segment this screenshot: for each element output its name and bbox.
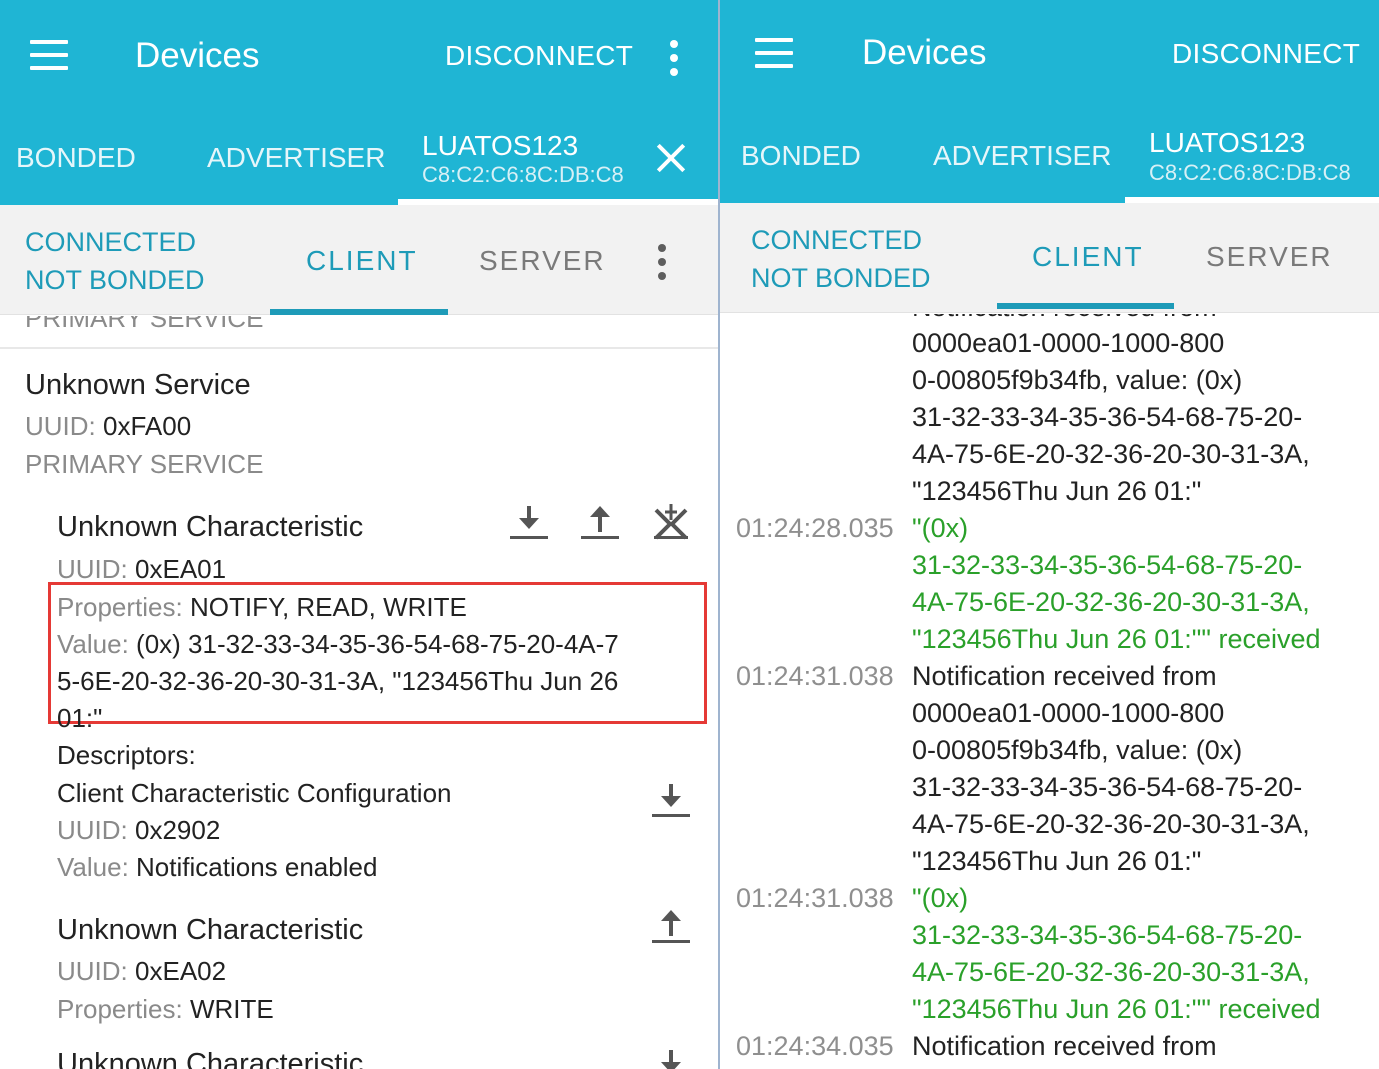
log-message: 4A-75-6E-20-32-36-20-30-31-3A, <box>912 809 1310 839</box>
descriptor-value: Value: Notifications enabled <box>57 852 378 882</box>
descriptor-uuid: UUID: 0x2902 <box>57 815 221 845</box>
more-options-icon[interactable] <box>670 40 678 76</box>
log-message: "123456Thu Jun 26 01:"" received <box>912 994 1321 1024</box>
app-bar: Devices DISCONNECT BONDED ADVERTISER LUA… <box>720 0 1379 205</box>
download-icon[interactable] <box>650 780 692 822</box>
log-list: Notification received from 0000ea01-0000… <box>720 314 1379 1069</box>
tab-client[interactable]: CLIENT <box>306 245 418 277</box>
characteristic-value-cont: 01:" <box>57 703 103 733</box>
tab-client[interactable]: CLIENT <box>1032 241 1144 273</box>
close-icon[interactable] <box>656 143 686 173</box>
characteristic-uuid: UUID: 0xEA01 <box>57 554 227 584</box>
tab-device-mac[interactable]: C8:C2:C6:8C:DB:C8 <box>1149 160 1351 186</box>
upload-icon[interactable] <box>579 502 621 544</box>
connection-status: CONNECTED NOT BONDED <box>25 227 205 295</box>
services-list: PRIMARY SERVICE Unknown Service UUID: 0x… <box>0 316 718 1069</box>
log-timestamp: 01:24:34.035 <box>736 1031 894 1061</box>
service-type-label: PRIMARY SERVICE <box>25 316 264 333</box>
log-timestamp: 01:24:31.038 <box>736 661 894 691</box>
tab-bonded[interactable]: BONDED <box>16 142 136 174</box>
connection-status: CONNECTED NOT BONDED <box>751 225 931 293</box>
download-icon[interactable] <box>508 502 550 544</box>
characteristic-value-cont: 5-6E-20-32-36-20-30-31-3A, "123456Thu Ju… <box>57 666 619 696</box>
characteristic-value: Value: (0x) 31-32-33-34-35-36-54-68-75-2… <box>57 629 619 659</box>
log-message: 31-32-33-34-35-36-54-68-75-20- <box>912 920 1303 950</box>
log-message: 0-00805f9b34fb, value: (0x) <box>912 365 1243 395</box>
log-message: Notification received from <box>912 1031 1217 1061</box>
connection-subbar: CONNECTED NOT BONDED CLIENT SERVER <box>0 205 718 315</box>
client-tab-indicator <box>270 309 448 315</box>
log-message: 31-32-33-34-35-36-54-68-75-20- <box>912 772 1303 802</box>
log-message: 0000ea01-0000-1000-800 <box>912 328 1225 358</box>
download-icon[interactable] <box>650 1046 692 1069</box>
characteristic-name[interactable]: Unknown Characteristic <box>57 914 363 947</box>
log-timestamp: 01:24:31.038 <box>736 883 894 913</box>
upload-icon[interactable] <box>650 906 692 948</box>
characteristic-uuid: UUID: 0xEA02 <box>57 956 227 986</box>
tab-device-name[interactable]: LUATOS123 <box>422 130 578 162</box>
tab-advertiser[interactable]: ADVERTISER <box>207 142 385 174</box>
log-message: 0-00805f9b34fb, value: (0x) <box>912 735 1243 765</box>
characteristic-properties: Properties: WRITE <box>57 994 274 1024</box>
descriptors-label: Descriptors: <box>57 740 196 770</box>
menu-icon[interactable] <box>30 40 68 70</box>
log-timestamp: 01:24:28.035 <box>736 513 894 543</box>
disconnect-button[interactable]: DISCONNECT <box>1172 38 1360 70</box>
log-message: "123456Thu Jun 26 01:" <box>912 476 1202 506</box>
client-tab-indicator <box>997 303 1174 309</box>
menu-icon[interactable] <box>755 38 793 68</box>
notifications-off-icon[interactable] <box>650 502 692 544</box>
right-screenshot: Devices DISCONNECT BONDED ADVERTISER LUA… <box>720 0 1379 1069</box>
left-screenshot: Devices DISCONNECT BONDED ADVERTISER LUA… <box>0 0 718 1069</box>
descriptor-name[interactable]: Client Characteristic Configuration <box>57 778 452 809</box>
characteristic-properties: Properties: NOTIFY, READ, WRITE <box>57 592 467 622</box>
more-options-icon[interactable] <box>658 244 666 280</box>
log-message: 4A-75-6E-20-32-36-20-30-31-3A, <box>912 439 1310 469</box>
tab-device-mac[interactable]: C8:C2:C6:8C:DB:C8 <box>422 162 624 188</box>
characteristic-name[interactable]: Unknown Characteristic <box>57 1048 363 1069</box>
service-uuid: UUID: 0xFA00 <box>25 411 192 441</box>
characteristic-name[interactable]: Unknown Characteristic <box>57 511 363 544</box>
log-message: 0000ea01-0000-1000-800 <box>912 698 1225 728</box>
tab-server[interactable]: SERVER <box>479 245 606 277</box>
tab-bonded[interactable]: BONDED <box>741 140 861 172</box>
tab-device-name[interactable]: LUATOS123 <box>1149 127 1305 159</box>
divider <box>0 347 718 349</box>
log-message: "123456Thu Jun 26 01:"" received <box>912 624 1321 654</box>
page-title: Devices <box>862 33 987 72</box>
page-title: Devices <box>135 36 260 75</box>
log-message: "(0x) <box>912 883 969 913</box>
connection-subbar: CONNECTED NOT BONDED CLIENT SERVER <box>720 203 1379 313</box>
tab-server[interactable]: SERVER <box>1206 241 1333 273</box>
log-message: Notification received from <box>912 314 1217 323</box>
disconnect-button[interactable]: DISCONNECT <box>445 40 633 72</box>
service-name[interactable]: Unknown Service <box>25 369 251 402</box>
service-type-label: PRIMARY SERVICE <box>25 449 264 479</box>
app-bar: Devices DISCONNECT BONDED ADVERTISER LUA… <box>0 0 718 205</box>
log-message: 4A-75-6E-20-32-36-20-30-31-3A, <box>912 587 1310 617</box>
log-message: Notification received from <box>912 661 1217 691</box>
log-message: 31-32-33-34-35-36-54-68-75-20- <box>912 550 1303 580</box>
log-message: 4A-75-6E-20-32-36-20-30-31-3A, <box>912 957 1310 987</box>
log-message: 31-32-33-34-35-36-54-68-75-20- <box>912 402 1303 432</box>
log-message: "123456Thu Jun 26 01:" <box>912 846 1202 876</box>
tab-advertiser[interactable]: ADVERTISER <box>933 140 1111 172</box>
log-message: "(0x) <box>912 513 969 543</box>
